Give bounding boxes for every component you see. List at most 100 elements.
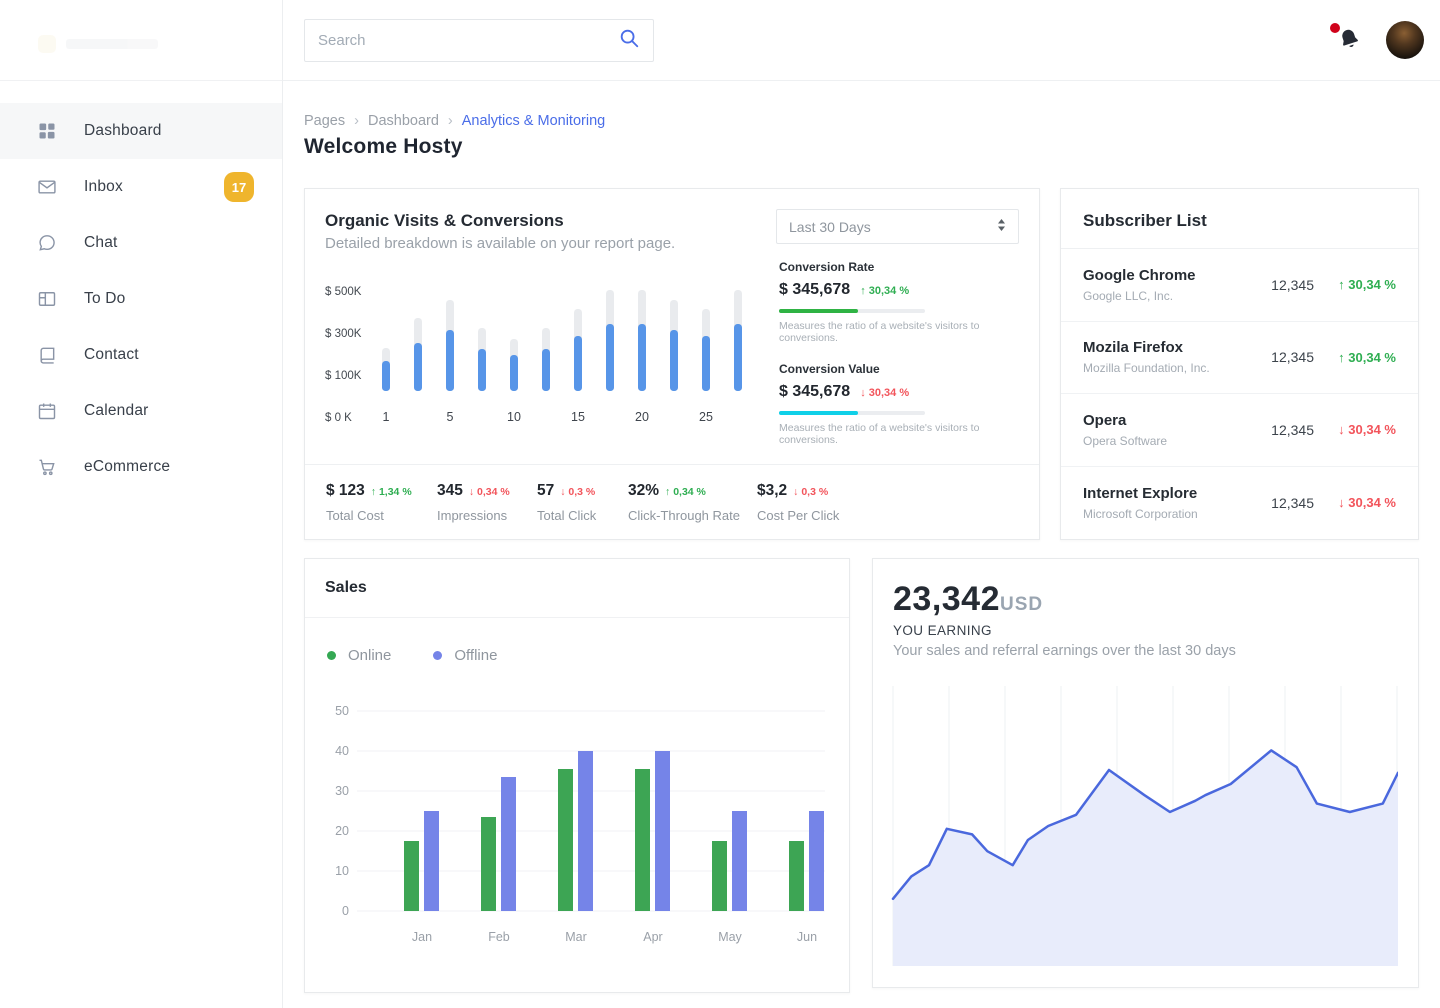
date-range-value: Last 30 Days — [789, 219, 871, 235]
subscriber-company: Google LLC, Inc. — [1083, 289, 1262, 303]
subscriber-row-google-chrome: Google Chrome Google LLC, Inc.12,345↑ 30,… — [1061, 249, 1418, 322]
sidebar-item-contact[interactable]: Contact — [0, 327, 282, 383]
sidebar-item-dashboard[interactable]: Dashboard — [0, 103, 282, 159]
sidebar-item-inbox[interactable]: Inbox17 — [0, 159, 282, 215]
subscriber-name: Internet Explore — [1083, 485, 1262, 502]
grid-icon — [37, 121, 57, 141]
sidebar-item-to-do[interactable]: To Do — [0, 271, 282, 327]
todo-icon — [37, 289, 57, 309]
earnings-subtitle: Your sales and referral earnings over th… — [893, 643, 1236, 659]
logo — [38, 34, 158, 54]
subscriber-change: ↓ 30,34 % — [1314, 422, 1396, 437]
subscriber-count: 12,345 — [1262, 495, 1314, 511]
subscriber-change: ↑ 30,34 % — [1314, 277, 1396, 292]
earnings-label: YOU EARNING — [893, 623, 992, 638]
stat-change: ↓ 0,3 % — [560, 486, 595, 498]
subscriber-change: ↓ 30,34 % — [1314, 495, 1396, 510]
stat-label: Total Click — [537, 508, 628, 523]
notifications-button[interactable] — [1337, 27, 1363, 53]
stat-value: 32% — [628, 482, 659, 500]
breadcrumb-link-analytics-monitoring[interactable]: Analytics & Monitoring — [462, 113, 605, 129]
svg-text:May: May — [718, 930, 742, 944]
cart-icon — [37, 457, 57, 477]
stat-label: Cost Per Click — [757, 508, 839, 523]
metric-label: Conversion Rate — [779, 260, 1021, 274]
svg-text:1: 1 — [383, 410, 390, 424]
metric-label: Conversion Value — [779, 362, 1021, 376]
svg-text:$ 500K: $ 500K — [325, 286, 362, 298]
svg-text:10: 10 — [507, 410, 521, 424]
sales-card-title: Sales — [305, 559, 849, 618]
stat-value: 345 — [437, 482, 463, 500]
inbox-badge: 17 — [224, 172, 254, 202]
svg-text:0: 0 — [342, 904, 349, 918]
subscriber-row-mozila-firefox: Mozila FirefoxMozilla Foundation, Inc.12… — [1061, 322, 1418, 395]
svg-text:10: 10 — [335, 864, 349, 878]
breadcrumb-link-pages[interactable]: Pages — [304, 113, 345, 129]
subscriber-count: 12,345 — [1262, 349, 1314, 365]
svg-text:$ 100K: $ 100K — [325, 370, 362, 382]
breadcrumb-link-dashboard[interactable]: Dashboard — [368, 113, 439, 129]
stat-change: ↓ 0,3 % — [793, 486, 828, 498]
subscriber-name: Mozila Firefox — [1083, 339, 1262, 356]
legend-item-online[interactable]: Online — [327, 647, 391, 664]
svg-text:Feb: Feb — [488, 930, 510, 944]
svg-text:5: 5 — [447, 410, 454, 424]
organic-card-title: Organic Visits & Conversions — [325, 211, 564, 231]
organic-card-subtitle: Detailed breakdown is available on your … — [325, 235, 675, 252]
subscriber-company: Opera Software — [1083, 434, 1262, 448]
metric-progress-fill — [779, 309, 858, 313]
subscriber-change: ↑ 30,34 % — [1314, 350, 1396, 365]
legend-label: Online — [348, 647, 391, 664]
sidebar-item-label: To Do — [84, 290, 126, 308]
subscriber-rows: Google ChromeGoogle LLC, Inc.12,345↑ 30,… — [1061, 249, 1418, 539]
logo-mark-icon — [38, 35, 56, 53]
kpi-stats-row: $ 123↑ 1,34 %Total Cost345↓ 0,34 %Impres… — [305, 464, 1039, 523]
svg-text:50: 50 — [335, 704, 349, 718]
svg-text:25: 25 — [699, 410, 713, 424]
metric-change: ↑ 30,34 % — [860, 285, 909, 297]
metric-value: $ 345,678 — [779, 281, 850, 299]
legend-dot-icon — [433, 651, 442, 660]
subscriber-row-opera: OperaOpera Software12,345↓ 30,34 % — [1061, 394, 1418, 467]
breadcrumb: Pages›Dashboard›Analytics & Monitoring — [304, 113, 605, 129]
date-range-select[interactable]: Last 30 Days — [776, 209, 1019, 244]
subscriber-name: Google Chrome — [1083, 267, 1262, 284]
stat-label: Total Cost — [326, 508, 437, 523]
svg-text:Jan: Jan — [412, 930, 432, 944]
select-caret-icon — [997, 218, 1006, 235]
topbar — [283, 0, 1440, 81]
legend-label: Offline — [454, 647, 497, 664]
bell-icon — [1337, 39, 1362, 56]
svg-text:20: 20 — [635, 410, 649, 424]
user-avatar[interactable] — [1386, 21, 1424, 59]
mail-icon — [37, 177, 57, 197]
sidebar-item-chat[interactable]: Chat — [0, 215, 282, 271]
calendar-icon — [37, 401, 57, 421]
legend-item-offline[interactable]: Offline — [433, 647, 497, 664]
svg-text:40: 40 — [335, 744, 349, 758]
conversion-metrics: Conversion Rate $ 345,678 ↑ 30,34 % Measure… — [779, 260, 1021, 446]
page-title: Welcome Hosty — [304, 135, 463, 159]
stat-cost-per-click: $3,2↓ 0,3 %Cost Per Click — [757, 482, 839, 523]
stat-change: ↓ 0,34 % — [469, 486, 510, 498]
stat-change: ↑ 1,34 % — [371, 486, 412, 498]
earnings-currency: USD — [1000, 594, 1043, 615]
sidebar-item-calendar[interactable]: Calendar — [0, 383, 282, 439]
subscriber-count: 12,345 — [1262, 277, 1314, 293]
search-input[interactable] — [318, 32, 618, 49]
search-icon[interactable] — [618, 27, 640, 54]
earnings-card: 23,342USD YOU EARNING Your sales and ref… — [872, 558, 1419, 988]
stat-click-through-rate: 32%↑ 0,34 %Click-Through Rate — [628, 482, 757, 523]
metric-caption: Measures the ratio of a website's visito… — [779, 422, 1021, 446]
svg-text:15: 15 — [571, 410, 585, 424]
stat-total-cost: $ 123↑ 1,34 %Total Cost — [326, 482, 437, 523]
legend-dot-icon — [327, 651, 336, 660]
breadcrumb-separator: › — [448, 113, 453, 129]
subscriber-row-internet-explore: Internet Explore Microsoft Corporation12,… — [1061, 467, 1418, 540]
metric-progress-track — [779, 411, 925, 415]
sidebar-item-ecommerce[interactable]: eCommerce — [0, 439, 282, 495]
subscriber-company: Microsoft Corporation — [1083, 507, 1262, 521]
metric-change: ↓ 30,34 % — [860, 387, 909, 399]
earnings-amount: 23,342USD — [893, 580, 1043, 619]
